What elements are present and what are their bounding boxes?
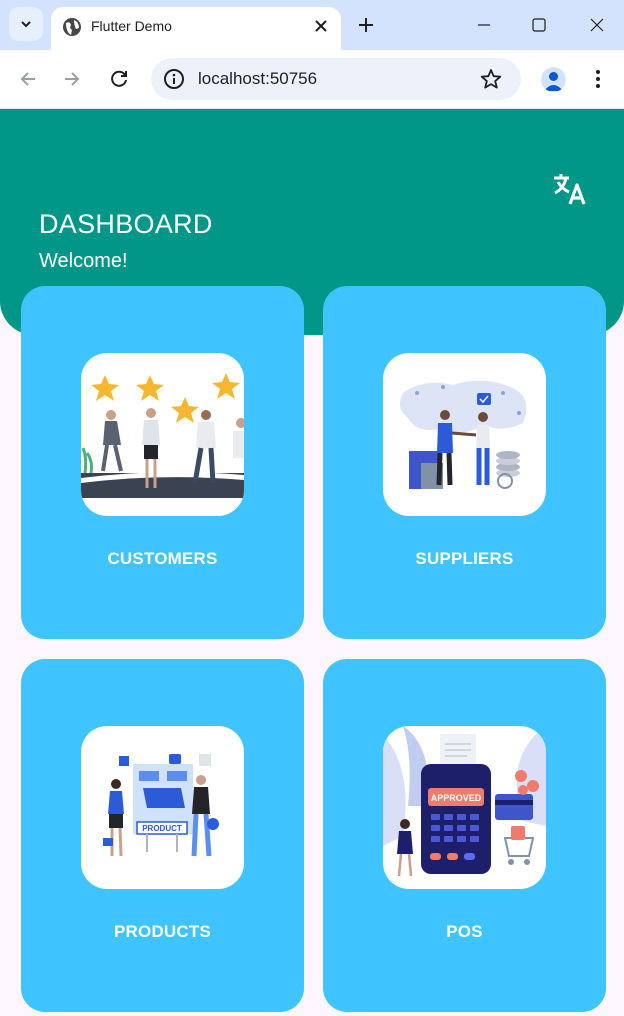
svg-text:PRODUCT: PRODUCT bbox=[142, 824, 182, 833]
page-title: DASHBOARD bbox=[39, 209, 213, 239]
products-card[interactable]: PRODUCT PRODUCTS bbox=[21, 659, 304, 1012]
approved-text: APPROVED bbox=[431, 793, 482, 803]
customers-label: CUSTOMERS bbox=[107, 549, 218, 568]
browser-tab[interactable]: Flutter Demo bbox=[51, 7, 341, 50]
plus-icon[interactable] bbox=[356, 15, 376, 40]
close-window-icon[interactable] bbox=[589, 17, 605, 38]
browser-tab-bar: Flutter Demo bbox=[0, 0, 624, 50]
reload-icon[interactable] bbox=[108, 68, 130, 95]
suppliers-card[interactable]: SUPPLIERS bbox=[323, 286, 606, 639]
products-illustration: PRODUCT bbox=[81, 726, 244, 889]
suppliers-label: SUPPLIERS bbox=[415, 549, 514, 568]
maximize-icon[interactable] bbox=[531, 17, 547, 38]
site-info-icon[interactable] bbox=[163, 68, 185, 95]
tab-search-icon[interactable] bbox=[9, 7, 43, 41]
suppliers-illustration bbox=[383, 353, 546, 516]
products-label: PRODUCTS bbox=[114, 922, 211, 941]
translate-icon[interactable] bbox=[550, 169, 590, 214]
browser-toolbar: localhost:50756 bbox=[0, 50, 624, 109]
customers-illustration bbox=[81, 353, 244, 516]
minimize-icon[interactable] bbox=[476, 17, 492, 38]
globe-icon bbox=[62, 17, 82, 42]
profile-icon[interactable] bbox=[541, 67, 566, 92]
welcome-text: Welcome! bbox=[39, 250, 128, 272]
back-arrow-icon[interactable] bbox=[18, 69, 38, 94]
pos-card[interactable]: APPROVED POS bbox=[323, 659, 606, 1012]
more-vert-icon[interactable] bbox=[591, 68, 605, 95]
close-icon[interactable] bbox=[313, 18, 329, 39]
customers-card[interactable]: CUSTOMERS bbox=[21, 286, 304, 639]
tab-title: Flutter Demo bbox=[91, 18, 172, 34]
address-bar[interactable]: localhost:50756 bbox=[151, 58, 521, 100]
star-icon[interactable] bbox=[480, 68, 502, 95]
pos-illustration: APPROVED bbox=[383, 726, 546, 889]
forward-arrow-icon[interactable] bbox=[62, 69, 82, 94]
url-text[interactable]: localhost:50756 bbox=[198, 69, 317, 89]
pos-label: POS bbox=[446, 922, 483, 941]
